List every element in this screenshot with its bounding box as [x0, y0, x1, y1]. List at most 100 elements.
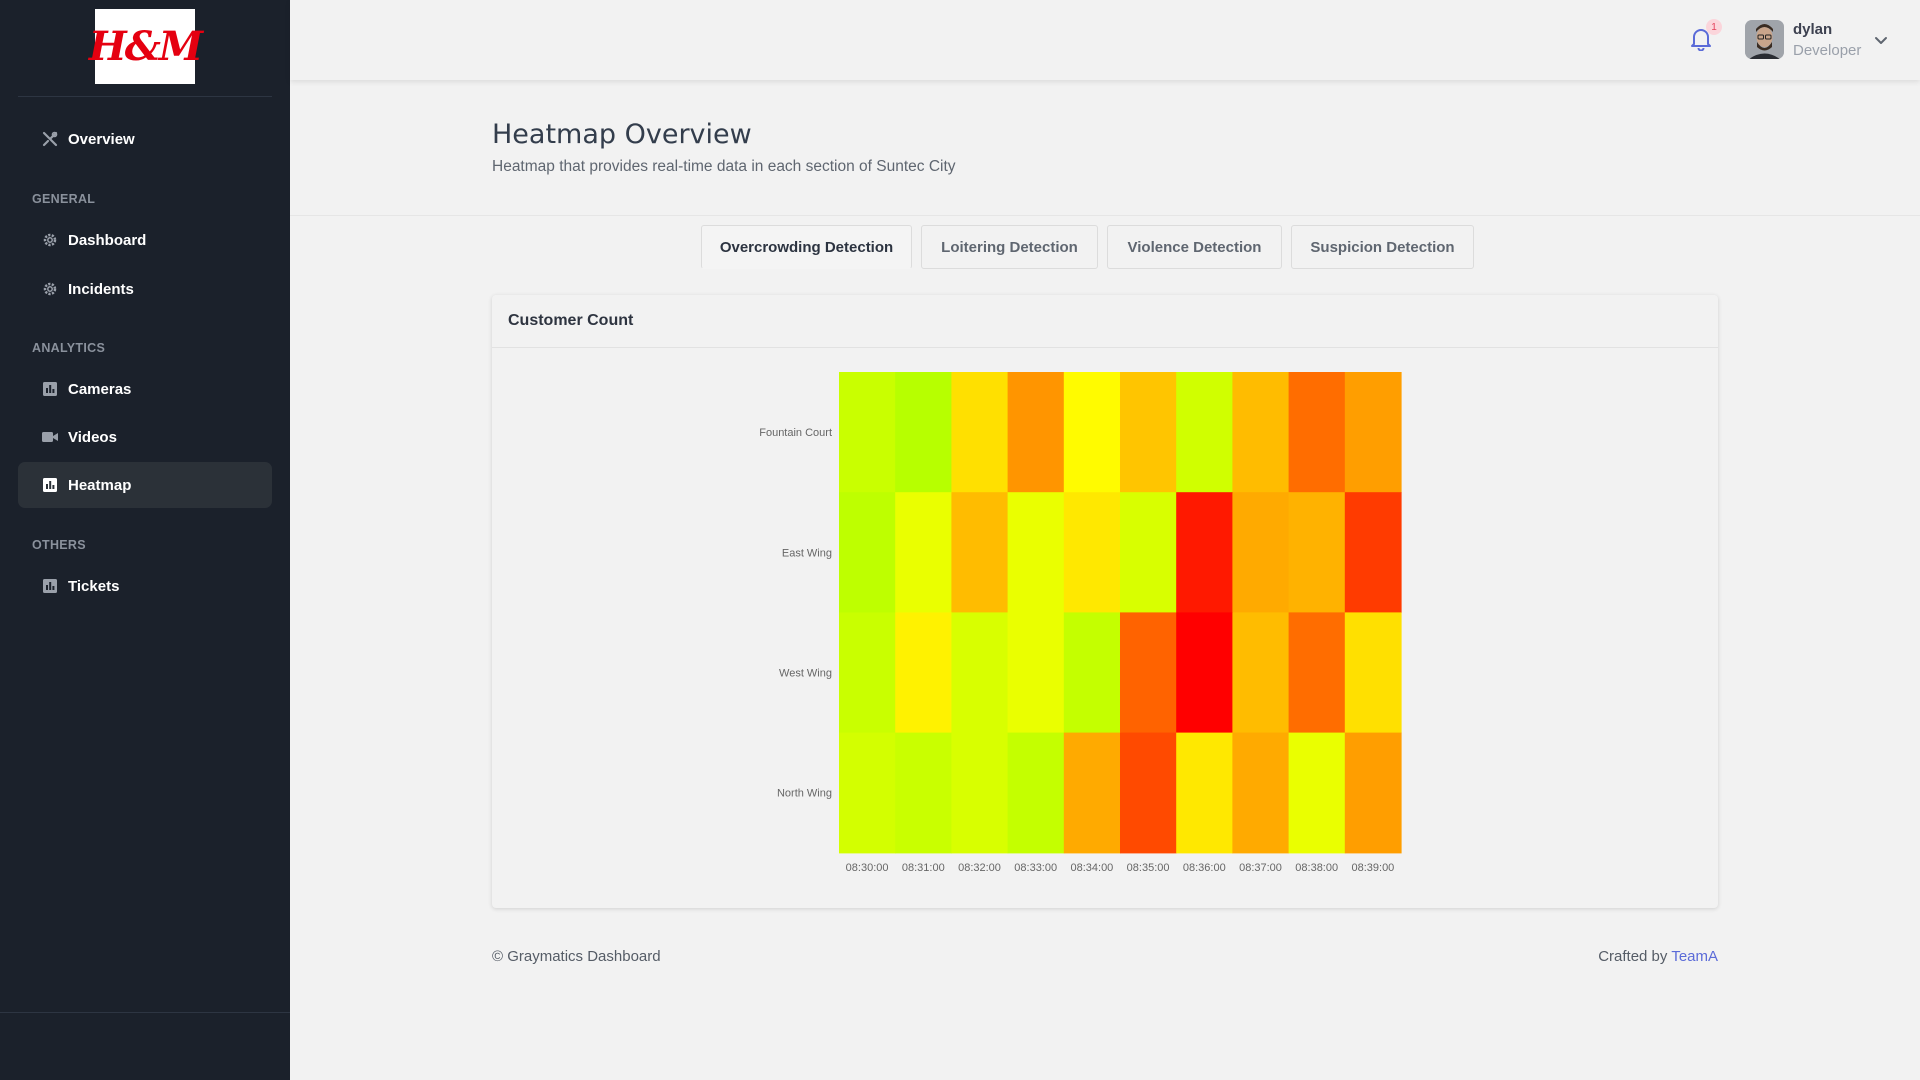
brand-logo[interactable]: H&M — [89, 9, 203, 84]
heatmap-cell — [1120, 492, 1177, 613]
heatmap-cell — [895, 492, 952, 613]
footer-crafted-prefix: Crafted by — [1598, 948, 1668, 965]
heatmap-cell — [839, 612, 896, 734]
y-tick-label: East Wing — [782, 547, 832, 559]
bar-chart-icon — [42, 381, 58, 397]
heatmap-cell — [1288, 732, 1346, 854]
sidebar: H&M Overview GENERAL Dashboard Incidents… — [0, 0, 290, 1080]
chevron-down-icon[interactable] — [1874, 33, 1888, 44]
heatmap-chart: Fountain Court East Wing West Wing North Wi… — [759, 372, 1402, 874]
heatmap-cell — [1120, 732, 1177, 854]
gear-icon — [42, 281, 58, 297]
logo-text: H&M — [88, 23, 203, 70]
heatmap-cell — [1344, 612, 1402, 734]
heatmap-cell — [1007, 372, 1065, 493]
heatmap-cell — [1007, 732, 1065, 854]
tab-suspicion[interactable]: Suspicion Detection — [1291, 225, 1474, 269]
sidebar-item-overview[interactable]: Overview — [18, 116, 272, 162]
heatmap-cell — [1063, 492, 1121, 613]
heatmap-cell — [1288, 372, 1346, 493]
sidebar-item-label: Dashboard — [68, 231, 147, 249]
heatmap-cell — [1288, 612, 1346, 734]
user-role: Developer — [1793, 42, 1862, 59]
sidebar-item-label: Tickets — [68, 577, 120, 595]
heatmap-cell — [1007, 612, 1065, 734]
heatmap-cell — [1232, 732, 1290, 854]
heatmap-cell — [1063, 732, 1121, 854]
x-tick-label: 08:32:00 — [958, 862, 1001, 874]
notification-badge: 1 — [1706, 19, 1722, 35]
x-tick-label: 08:38:00 — [1295, 862, 1338, 874]
heatmap-cell — [1120, 372, 1177, 493]
sidebar-item-heatmap[interactable]: Heatmap — [18, 462, 272, 508]
x-tick-label: 08:30:00 — [846, 862, 889, 874]
sidebar-footer-divider — [0, 1012, 290, 1013]
user-name[interactable]: dylan — [1793, 21, 1832, 38]
heatmap-cell — [951, 732, 1009, 854]
x-tick-label: 08:37:00 — [1239, 862, 1282, 874]
footer-team-link[interactable]: TeamA — [1671, 948, 1718, 965]
tab-loitering[interactable]: Loitering Detection — [921, 225, 1098, 269]
page-subtitle: Heatmap that provides real-time data in … — [492, 158, 956, 175]
tools-icon — [42, 131, 58, 147]
bar-chart-icon — [42, 477, 58, 493]
sidebar-item-videos[interactable]: Videos — [18, 414, 272, 460]
card-title: Customer Count — [508, 312, 634, 329]
sidebar-item-label: Videos — [68, 428, 117, 446]
heatmap-cell — [1288, 492, 1346, 613]
heatmap-cell — [1063, 612, 1121, 734]
sidebar-divider — [18, 96, 272, 97]
gear-icon — [42, 232, 58, 248]
heatmap-cell — [1344, 492, 1402, 613]
heatmap-cell — [839, 372, 896, 493]
heatmap-cell — [895, 612, 952, 734]
heatmap-cell — [1176, 612, 1233, 734]
avatar[interactable] — [1745, 20, 1784, 59]
heatmap-cell — [1120, 612, 1177, 734]
heatmap-cell — [1232, 612, 1290, 734]
footer-copyright: © Graymatics Dashboard — [492, 948, 661, 965]
heatmap-cell — [1176, 372, 1233, 493]
heatmap-cell — [1232, 372, 1290, 493]
section-title-analytics: ANALYTICS — [32, 341, 106, 355]
page-title: Heatmap Overview — [492, 119, 752, 150]
heatmap-cell — [951, 612, 1009, 734]
sidebar-item-label: Cameras — [68, 380, 132, 398]
x-tick-label: 08:35:00 — [1127, 862, 1170, 874]
sidebar-item-dashboard[interactable]: Dashboard — [18, 217, 272, 263]
heatmap-cell — [895, 372, 952, 493]
heatmap-cell — [951, 372, 1009, 493]
y-tick-label: West Wing — [779, 668, 832, 680]
heatmap-card: Customer Count Fountain Court East Wing We… — [492, 295, 1718, 908]
sidebar-item-cameras[interactable]: Cameras — [18, 366, 272, 412]
tab-violence[interactable]: Violence Detection — [1107, 225, 1282, 269]
tab-overcrowding[interactable]: Overcrowding Detection — [701, 225, 912, 269]
heatmap-cell — [1232, 492, 1290, 613]
heatmap-cell — [1063, 372, 1121, 493]
x-tick-label: 08:39:00 — [1351, 862, 1394, 874]
video-camera-icon — [42, 429, 58, 445]
title-divider — [290, 215, 1920, 216]
sidebar-item-label: Overview — [68, 130, 135, 148]
heatmap-cell — [1007, 492, 1065, 613]
heatmap-cell — [1176, 732, 1233, 854]
x-tick-label: 08:33:00 — [1014, 862, 1057, 874]
footer-credit: Crafted by TeamA — [1598, 948, 1718, 965]
sidebar-item-tickets[interactable]: Tickets — [18, 563, 272, 609]
y-tick-label: North Wing — [777, 788, 832, 800]
heatmap-cell — [839, 492, 896, 613]
heatmap-cell — [895, 732, 952, 854]
heatmap-cell — [1344, 372, 1402, 493]
heatmap-cell — [951, 492, 1009, 613]
sidebar-item-label: Incidents — [68, 280, 134, 298]
section-title-others: OTHERS — [32, 538, 86, 552]
bar-chart-icon — [42, 578, 58, 594]
x-tick-label: 08:34:00 — [1070, 862, 1113, 874]
heatmap-cell — [1344, 732, 1402, 854]
heatmap-cell — [839, 732, 896, 854]
heatmap-cell — [1176, 492, 1233, 613]
sidebar-item-incidents[interactable]: Incidents — [18, 266, 272, 312]
top-header — [290, 0, 1920, 80]
sidebar-item-label: Heatmap — [68, 476, 132, 494]
y-tick-label: Fountain Court — [759, 427, 832, 439]
